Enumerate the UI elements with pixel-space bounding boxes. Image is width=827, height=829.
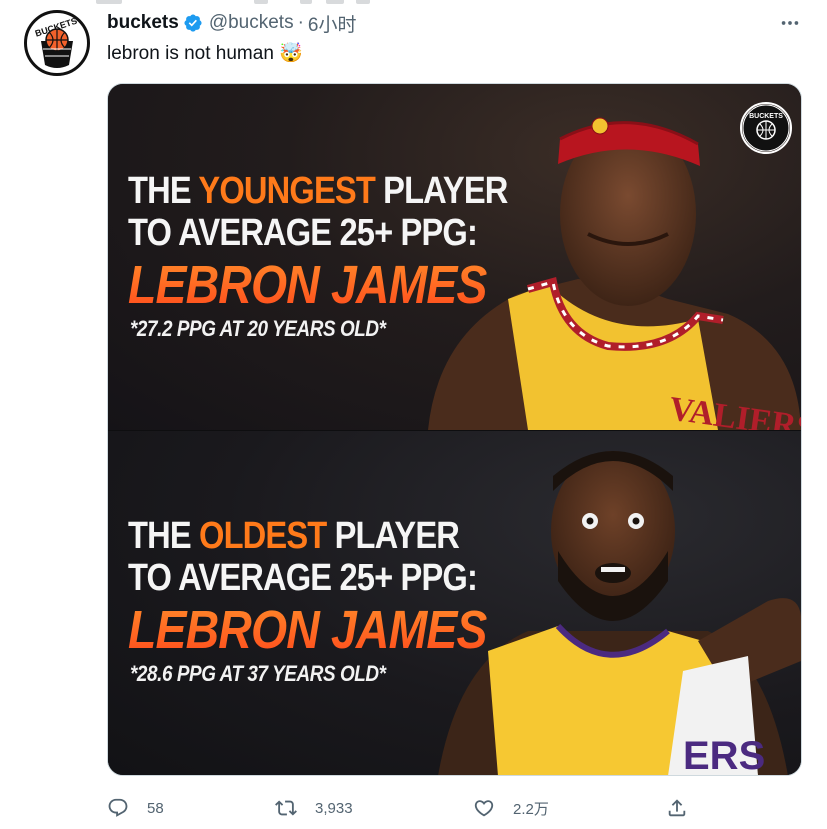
- player-name-top: LEBRON JAMES: [128, 255, 488, 315]
- headline-accent: YOUNGEST: [198, 170, 375, 212]
- tweet-actions: 58 3,933 2.2万: [107, 794, 707, 822]
- tweet-header: buckets @buckets · 6小时: [107, 10, 357, 37]
- heart-icon: [474, 800, 494, 817]
- separator-dot: ·: [297, 12, 304, 33]
- avatar[interactable]: BUCKETS: [24, 10, 90, 76]
- timestamp[interactable]: 6小时: [308, 10, 357, 37]
- headline-prefix: THE: [128, 170, 199, 212]
- reply-button[interactable]: 58: [107, 794, 164, 822]
- headline-prefix: THE: [128, 515, 200, 557]
- svg-text:ERS: ERS: [683, 734, 765, 776]
- verified-badge-icon: [183, 13, 203, 33]
- brand-logo-icon: BUCKETS: [740, 102, 792, 154]
- headline-bottom-line2: TO AVERAGE 25+ PPG:: [128, 557, 478, 599]
- share-button[interactable]: [666, 794, 688, 822]
- author-handle[interactable]: @buckets: [209, 12, 294, 34]
- author-name[interactable]: buckets: [107, 12, 179, 34]
- retweet-icon: [275, 800, 297, 816]
- headline-accent: OLDEST: [199, 515, 327, 557]
- more-options-icon[interactable]: [777, 10, 803, 36]
- tweet-media-image[interactable]: VALIERS BUCKETS THE YOUNGEST PLAYER TO A…: [107, 83, 802, 776]
- headline-top-line2: TO AVERAGE 25+ PPG:: [128, 212, 478, 254]
- tweet-text: lebron is not human 🤯: [107, 43, 303, 64]
- player-name-bottom: LEBRON JAMES: [128, 600, 488, 660]
- reply-icon: [108, 798, 128, 817]
- retweet-button[interactable]: 3,933: [275, 794, 353, 822]
- headline-suffix: PLAYER: [326, 515, 460, 557]
- previous-content-edge: [0, 0, 827, 6]
- stat-bottom: *28.6 PPG AT 37 YEARS OLD*: [130, 661, 386, 686]
- retweet-count: 3,933: [315, 799, 353, 817]
- media-panel-bottom: ERS THE OLDEST PLAYER TO AVERAGE 25+ PPG…: [108, 431, 801, 776]
- share-icon: [668, 799, 686, 817]
- like-count: 2.2万: [513, 800, 549, 818]
- brand-logo-text: BUCKETS: [749, 113, 783, 120]
- headline-bottom-line1: THE OLDEST PLAYER: [128, 515, 460, 557]
- headline-suffix: PLAYER: [374, 170, 508, 212]
- headline-top-line1: THE YOUNGEST PLAYER: [128, 170, 508, 212]
- like-button[interactable]: 2.2万: [473, 794, 549, 822]
- media-panel-top: VALIERS BUCKETS THE YOUNGEST PLAYER TO A…: [108, 84, 801, 430]
- buckets-logo-icon: BUCKETS: [28, 14, 86, 72]
- reply-count: 58: [147, 799, 164, 817]
- stat-top: *27.2 PPG AT 20 YEARS OLD*: [130, 316, 386, 341]
